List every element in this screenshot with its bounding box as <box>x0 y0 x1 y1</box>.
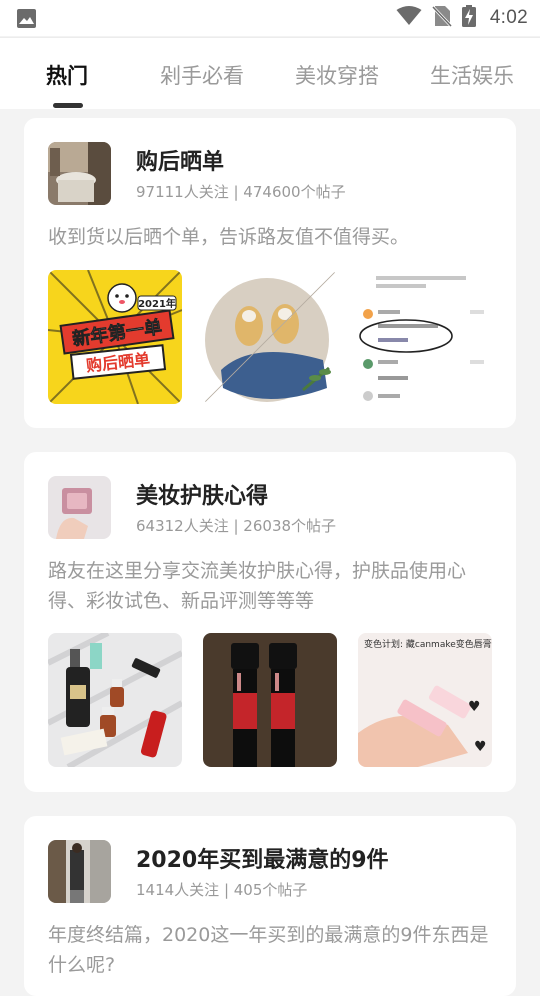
topic-avatar <box>48 476 111 539</box>
thumbnail-sneakers-photo[interactable] <box>203 270 337 404</box>
topic-description: 路友在这里分享交流美妆护肤心得，护肤品使用心得、彩妆试色、新品评测等等等 <box>48 560 467 612</box>
topic-title: 2020年买到最满意的9件 <box>136 848 389 873</box>
battery-charging-icon <box>461 5 476 31</box>
category-tabs: 热门 剁手必看 美妆穿搭 生活娱乐 <box>0 37 540 109</box>
thumbnail-canmake-lipstick[interactable]: 变色计划: 藏canmake变色唇膏使用一期! ♥ ♥ <box>358 633 492 767</box>
topic-stats: 1414人关注 | 405个帖子 <box>136 881 308 899</box>
topic-description: 收到货以后晒个单，告诉路友值不值得买。 <box>48 226 410 248</box>
topic-avatar <box>48 142 111 205</box>
thumbnail-chat-screenshot[interactable] <box>358 270 492 404</box>
thumbnail-new-year-banner[interactable]: 2021年 新年第一单 购后晒单 <box>48 270 182 404</box>
topic-card-shopping-haul[interactable]: 购后晒单 97111人关注 | 474600个帖子 收到货以后晒个单，告诉路友值… <box>24 118 516 428</box>
thumbnail-skincare-products[interactable] <box>48 633 182 767</box>
tab-beauty-outfit[interactable]: 美妆穿搭 <box>295 60 379 90</box>
status-bar: 4:02 <box>0 0 540 36</box>
topic-stats: 97111人关注 | 474600个帖子 <box>136 183 346 201</box>
topic-title: 购后晒单 <box>136 150 225 175</box>
topic-card-best-buys-2020[interactable]: 2020年买到最满意的9件 1414人关注 | 405个帖子 年度终结篇，202… <box>24 816 516 996</box>
image-notification-icon <box>16 8 37 33</box>
topic-thumbnails: 变色计划: 藏canmake变色唇膏使用一期! ♥ ♥ <box>48 633 492 767</box>
thumbnail-lip-tint[interactable] <box>203 633 337 767</box>
no-sim-icon <box>431 5 452 31</box>
topic-thumbnails: 2021年 新年第一单 购后晒单 <box>48 270 492 404</box>
topic-avatar <box>48 840 111 903</box>
topic-title: 美妆护肤心得 <box>136 484 269 509</box>
tab-life-entertainment[interactable]: 生活娱乐 <box>430 60 514 90</box>
topic-stats: 64312人关注 | 26038个帖子 <box>136 517 337 535</box>
topic-description: 年度终结篇，2020这一年买到的最满意的9件东西是什么呢? <box>48 924 489 976</box>
wifi-icon <box>396 6 422 30</box>
svg-text:♥: ♥ <box>474 739 487 755</box>
status-time: 4:02 <box>489 7 528 28</box>
thumbnail-caption-text: 变色计划: 藏canmake变色唇膏使用一期! <box>364 638 492 650</box>
topic-card-beauty-skincare[interactable]: 美妆护肤心得 64312人关注 | 26038个帖子 路友在这里分享交流美妆护肤… <box>24 452 516 792</box>
tab-must-see[interactable]: 剁手必看 <box>160 60 244 90</box>
thumbnail-year-text: 2021年 <box>138 297 176 310</box>
svg-text:♥: ♥ <box>468 699 481 715</box>
active-tab-indicator <box>53 103 83 108</box>
tab-hot[interactable]: 热门 <box>46 60 88 90</box>
